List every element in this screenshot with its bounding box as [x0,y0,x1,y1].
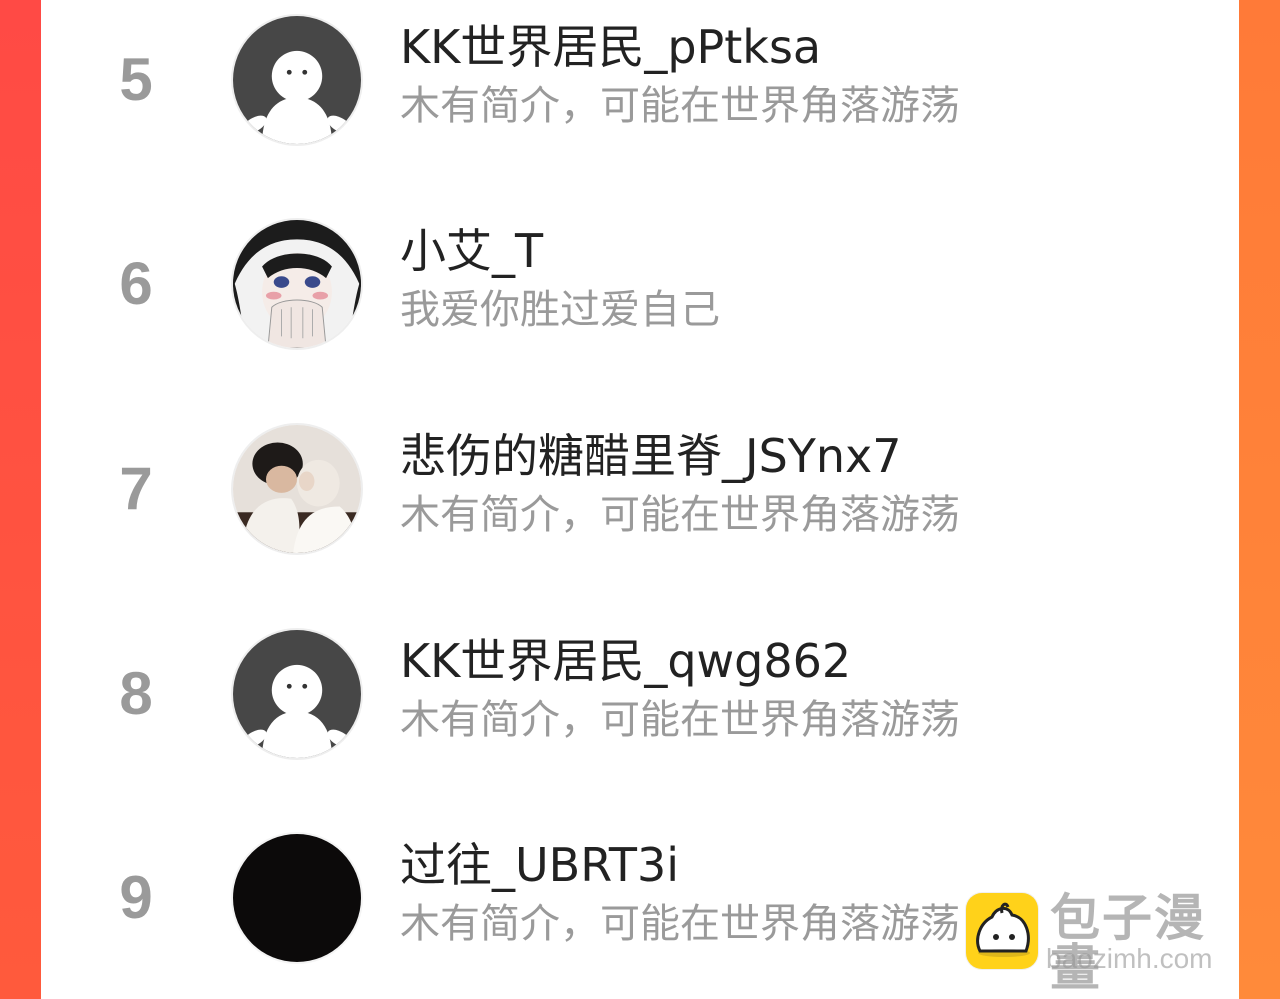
rank-number: 5 [119,46,153,113]
anime-girl-avatar-icon[interactable] [231,218,363,350]
rank-number: 6 [119,250,153,317]
user-name[interactable]: KK世界居民_pPtksa [400,22,821,73]
ranking-row[interactable]: 6 小艾_T 我爱你胜过爱自己 [41,212,1239,362]
site-watermark: 包子漫畫 baozimh.com [966,893,1256,993]
left-frame-border [0,0,41,999]
right-frame-border [1239,0,1280,999]
default-avatar-icon[interactable] [231,14,363,146]
rank-number: 7 [119,455,153,522]
user-bio: 我爱你胜过爱自己 [400,287,720,333]
user-name[interactable]: 小艾_T [400,226,543,277]
user-bio: 木有简介，可能在世界角落游荡 [400,83,960,129]
bun-logo-icon [966,893,1038,969]
user-bio: 木有简介，可能在世界角落游荡 [400,492,960,538]
black-avatar-icon[interactable] [231,832,363,964]
rank-number: 9 [119,864,153,931]
watermark-url: baozimh.com [1046,943,1213,974]
couple-photo-avatar-icon[interactable] [231,423,363,555]
user-bio: 木有简介，可能在世界角落游荡 [400,697,960,743]
user-name[interactable]: KK世界居民_qwg862 [400,636,851,687]
ranking-row[interactable]: 8 KK世界居民_qwg862 木有简介，可能在世界角落游荡 [41,622,1239,772]
user-bio: 木有简介，可能在世界角落游荡 [400,901,960,947]
ranking-row[interactable]: 7 悲伤的糖醋里脊_JSYnx7 木有简介，可能在世界角落游荡 [41,417,1239,567]
ranking-row[interactable]: 5 KK世界居民_pPtksa 木有简介，可能在世界角落游荡 [41,8,1239,158]
default-avatar-icon[interactable] [231,628,363,760]
user-name[interactable]: 悲伤的糖醋里脊_JSYnx7 [400,431,902,482]
rank-number: 8 [119,660,153,727]
user-name[interactable]: 过往_UBRT3i [400,840,679,891]
